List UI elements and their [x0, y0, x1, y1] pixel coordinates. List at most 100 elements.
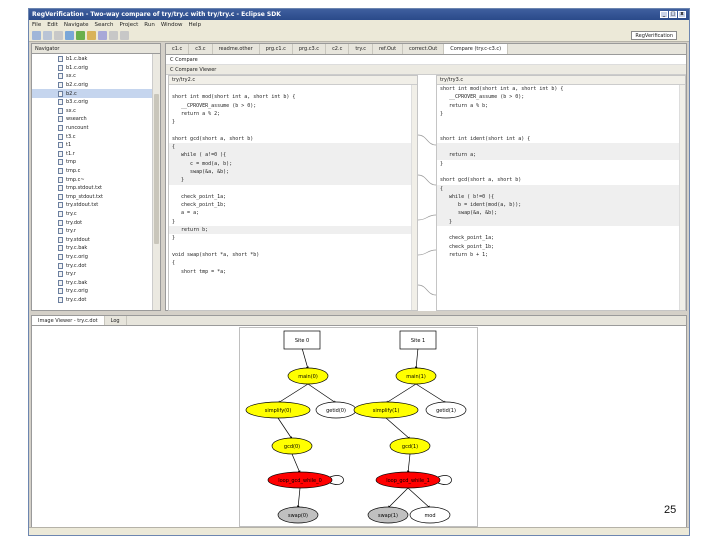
tree-item-label: tmp.c~: [66, 176, 85, 183]
forward-icon[interactable]: [120, 30, 129, 40]
debug-icon[interactable]: [65, 30, 74, 40]
tree-item[interactable]: try.c.bak: [32, 244, 152, 253]
menu-window[interactable]: Window: [161, 22, 183, 28]
editor-tab[interactable]: c1.c: [166, 44, 190, 54]
tree-item[interactable]: t1: [32, 141, 152, 150]
right-pane-scrollbar[interactable]: [679, 85, 685, 310]
new-icon[interactable]: [32, 30, 41, 40]
tree-item[interactable]: b1.c.orig: [32, 64, 152, 73]
save-icon[interactable]: [43, 30, 52, 40]
tree-item[interactable]: sx.c: [32, 107, 152, 116]
diff-connector: [418, 249, 436, 256]
tree-item[interactable]: sx.c: [32, 72, 152, 81]
tree-item-label: tmp: [66, 159, 77, 166]
editor-tab[interactable]: prg.c3.c: [293, 44, 327, 54]
right-compare-pane[interactable]: try/try3.c short int mod(short int a, sh…: [436, 75, 686, 311]
menu-help[interactable]: Help: [189, 22, 202, 28]
tree-item[interactable]: t1.r: [32, 150, 152, 159]
code-line: return a % 2;: [172, 110, 221, 117]
tree-item[interactable]: try.c.bak: [32, 278, 152, 287]
tree-item[interactable]: try.c.dot: [32, 296, 152, 305]
editor-tab[interactable]: correct.Out: [403, 44, 445, 54]
tree-item[interactable]: try.r: [32, 227, 152, 236]
tree-item-label: try.dot: [66, 219, 83, 226]
perspective-switcher[interactable]: RegVerification: [631, 31, 677, 40]
left-code[interactable]: short int mod(short int a, short int b) …: [169, 85, 411, 310]
tree-item-label: try.c: [66, 210, 77, 217]
tree-item[interactable]: tmp.c~: [32, 175, 152, 184]
file-icon: [58, 262, 63, 269]
tree-item[interactable]: tmp.stdout.txt: [32, 184, 152, 193]
close-button[interactable]: x: [678, 11, 686, 18]
code-line: check_point_1b;: [172, 202, 227, 209]
right-code[interactable]: short int mod(short int a, short int b) …: [437, 85, 679, 310]
editor-tab[interactable]: c3.c: [189, 44, 213, 54]
tree-item[interactable]: tmp.c: [32, 167, 152, 176]
external-tools-icon[interactable]: [87, 30, 96, 40]
graph-node-label: Site 1: [411, 338, 425, 344]
file-icon: [58, 219, 63, 226]
navigator-scroll-thumb[interactable]: [154, 94, 159, 244]
tree-item[interactable]: tmp_stdout.txt: [32, 193, 152, 202]
tree-item[interactable]: try.c.dot: [32, 261, 152, 270]
tree-item[interactable]: try.c.orig: [32, 287, 152, 296]
file-icon: [58, 73, 63, 80]
menu-project[interactable]: Project: [119, 22, 138, 28]
code-line: check_point_1b;: [440, 243, 495, 250]
navigator-scrollbar[interactable]: [152, 54, 160, 310]
run-icon[interactable]: [76, 30, 85, 40]
file-icon: [58, 236, 63, 243]
search-icon[interactable]: [98, 30, 107, 40]
tree-item[interactable]: try.stdout: [32, 235, 152, 244]
file-icon: [58, 185, 63, 192]
perspective-label: RegVerification: [635, 32, 673, 39]
tree-item-label: try.c.orig: [66, 253, 88, 260]
tree-item[interactable]: runcount: [32, 124, 152, 133]
tree-item[interactable]: try.stdout.txt: [32, 201, 152, 210]
tree-item[interactable]: try.c.orig: [32, 253, 152, 262]
file-icon: [58, 150, 63, 157]
tree-item[interactable]: b3.c.orig: [32, 98, 152, 107]
maximize-button[interactable]: □: [669, 11, 677, 18]
file-icon: [58, 253, 63, 260]
back-icon[interactable]: [109, 30, 118, 40]
editor-tab[interactable]: prg.c1.c: [260, 44, 293, 54]
graph-edge: [291, 453, 301, 474]
editor-tab[interactable]: c2.c: [326, 44, 350, 54]
left-pane-scrollbar[interactable]: [411, 85, 417, 310]
tree-item[interactable]: try.r: [32, 270, 152, 279]
tree-item[interactable]: b2.c.orig: [32, 81, 152, 90]
tree-item[interactable]: tmp: [32, 158, 152, 167]
editor-tab[interactable]: readme.other: [213, 44, 260, 54]
tree-item-label: tmp.c: [66, 168, 81, 175]
editor-tab[interactable]: try.c: [349, 44, 373, 54]
tree-item[interactable]: b2.c: [32, 89, 152, 98]
code-line: check_point_1a;: [440, 235, 495, 242]
bottom-tab-label: Log: [110, 317, 120, 324]
menu-navigate[interactable]: Navigate: [64, 22, 89, 28]
editor-tab[interactable]: Compare (try.c-c3.c): [444, 44, 509, 54]
navigator-tab[interactable]: Navigator: [32, 44, 160, 54]
tree-item-label: t1: [66, 142, 72, 149]
bottom-tab[interactable]: Image Viewer - try.c.dot: [32, 316, 105, 325]
tree-item[interactable]: t3.c: [32, 132, 152, 141]
tree-item[interactable]: try.c: [32, 210, 152, 219]
print-icon[interactable]: [54, 30, 63, 40]
compare-gutter: [418, 75, 436, 311]
bottom-tab[interactable]: Log: [105, 316, 127, 325]
menu-search[interactable]: Search: [95, 22, 114, 28]
menu-run[interactable]: Run: [144, 22, 155, 28]
editor-tab[interactable]: ref.Out: [373, 44, 404, 54]
code-line: b = ident(mod(a, b));: [437, 201, 679, 210]
diff-connector: [418, 134, 436, 146]
tree-item[interactable]: try.dot: [32, 218, 152, 227]
menu-edit[interactable]: Edit: [47, 22, 58, 28]
code-line: swap(&a, &b);: [437, 209, 679, 218]
editor-tab-label: Compare (try.c-c3.c): [450, 46, 502, 52]
minimize-button[interactable]: _: [660, 11, 668, 18]
tree-item[interactable]: wsearch: [32, 115, 152, 124]
left-compare-pane[interactable]: try/try2.c short int mod(short int a, sh…: [168, 75, 418, 311]
menu-file[interactable]: File: [32, 22, 41, 28]
tree-item[interactable]: b1.c.bak: [32, 55, 152, 64]
